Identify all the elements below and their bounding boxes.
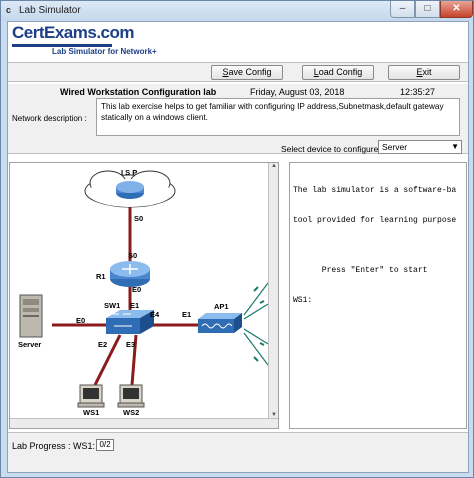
- sw1-e0-label: E0: [76, 316, 85, 325]
- workstation-1-icon[interactable]: [77, 384, 105, 408]
- sw1-e4-label: E4: [150, 310, 160, 319]
- maximize-button[interactable]: □: [415, 1, 440, 18]
- exit-label: xit: [422, 67, 432, 77]
- console-output[interactable]: The lab simulator is a software-ba tool …: [289, 162, 467, 429]
- workstation-2-icon[interactable]: [117, 384, 145, 408]
- lab-progress-bar: Lab Progress : WS1: 0/2: [8, 432, 468, 472]
- isp-s0-label: S0: [134, 214, 143, 223]
- load-label: oad Config: [318, 67, 363, 77]
- lab-progress-label: Lab Progress : WS1:: [12, 441, 96, 451]
- network-diagram: I S P S0 S0 R1 E0 SW1 E1 E0 E4 AP1 E1 Se…: [18, 168, 275, 417]
- console-line: Press "Enter" to start: [293, 266, 428, 275]
- isp-label: I S P: [121, 168, 137, 177]
- router-icon[interactable]: [110, 261, 150, 287]
- lab-title: Wired Workstation Configuration lab: [60, 87, 217, 97]
- r1-s0-label: S0: [128, 251, 137, 260]
- logo-main: CertExams.com: [12, 23, 135, 42]
- ws1-label: WS1: [83, 408, 99, 417]
- minimize-button[interactable]: –: [390, 1, 415, 18]
- lab-time: 12:35:27: [400, 87, 436, 97]
- save-label: ave Config: [228, 67, 272, 77]
- device-select-label: Select device to configure :: [281, 144, 384, 154]
- diagram-horizontal-scrollbar[interactable]: [10, 418, 278, 428]
- close-button[interactable]: ✕: [440, 1, 473, 18]
- title-bar[interactable]: c Lab Simulator – □ ✕: [1, 1, 473, 21]
- ap1-e1-label: E1: [182, 310, 191, 319]
- console-line: WS1:: [293, 296, 313, 305]
- server-icon[interactable]: [19, 294, 43, 338]
- network-diagram-pane: I S P S0 S0 R1 E0 SW1 E1 E0 E4 AP1 E1 Se…: [9, 162, 279, 429]
- lab-info-panel: Wired Workstation Configuration lab Frid…: [8, 84, 468, 154]
- ws2-label: WS2: [123, 408, 139, 417]
- app-window: c Lab Simulator – □ ✕ CertExams.com Lab …: [0, 0, 474, 478]
- diagram-vertical-scrollbar[interactable]: ▲ ▼: [268, 163, 278, 428]
- device-select-value: Server: [382, 142, 408, 152]
- lab-date: Friday, August 03, 2018: [250, 87, 345, 97]
- lab-progress-value: 0/2: [96, 439, 114, 451]
- console-line: tool provided for learning purpose: [293, 216, 457, 225]
- r1-label: R1: [96, 272, 106, 281]
- chevron-down-icon: ▼: [451, 142, 459, 151]
- save-config-button[interactable]: Save Config: [211, 65, 283, 80]
- wireless-signal-icon: [243, 282, 275, 366]
- server-label: Server: [18, 340, 41, 349]
- app-icon: c: [6, 5, 12, 15]
- logo-sub: Lab Simulator for Network+: [52, 47, 157, 56]
- sw1-label: SW1: [104, 301, 120, 310]
- sw1-e1-label: E1: [130, 301, 139, 310]
- device-select[interactable]: Server ▼: [378, 140, 462, 154]
- r1-e0-label: E0: [132, 285, 141, 294]
- exit-button[interactable]: Exit: [388, 65, 460, 80]
- access-point-icon[interactable]: [198, 313, 242, 333]
- sw1-e3-label: E3: [126, 340, 135, 349]
- load-config-button[interactable]: Load Config: [302, 65, 374, 80]
- client-area: CertExams.com Lab Simulator for Network+…: [7, 21, 469, 473]
- switch-icon[interactable]: [106, 310, 154, 334]
- network-description-label: Network description :: [12, 114, 87, 123]
- network-description-box[interactable]: This lab exercise helps to get familiar …: [96, 98, 460, 136]
- logo: CertExams.com Lab Simulator for Network+: [8, 22, 468, 60]
- sw1-e2-label: E2: [98, 340, 107, 349]
- toolbar: Save Config Load Config Exit: [8, 62, 468, 82]
- console-line: The lab simulator is a software-ba: [293, 186, 457, 195]
- window-title: Lab Simulator: [19, 5, 81, 16]
- scroll-up-icon[interactable]: ▲: [269, 163, 279, 169]
- ap1-label: AP1: [214, 302, 229, 311]
